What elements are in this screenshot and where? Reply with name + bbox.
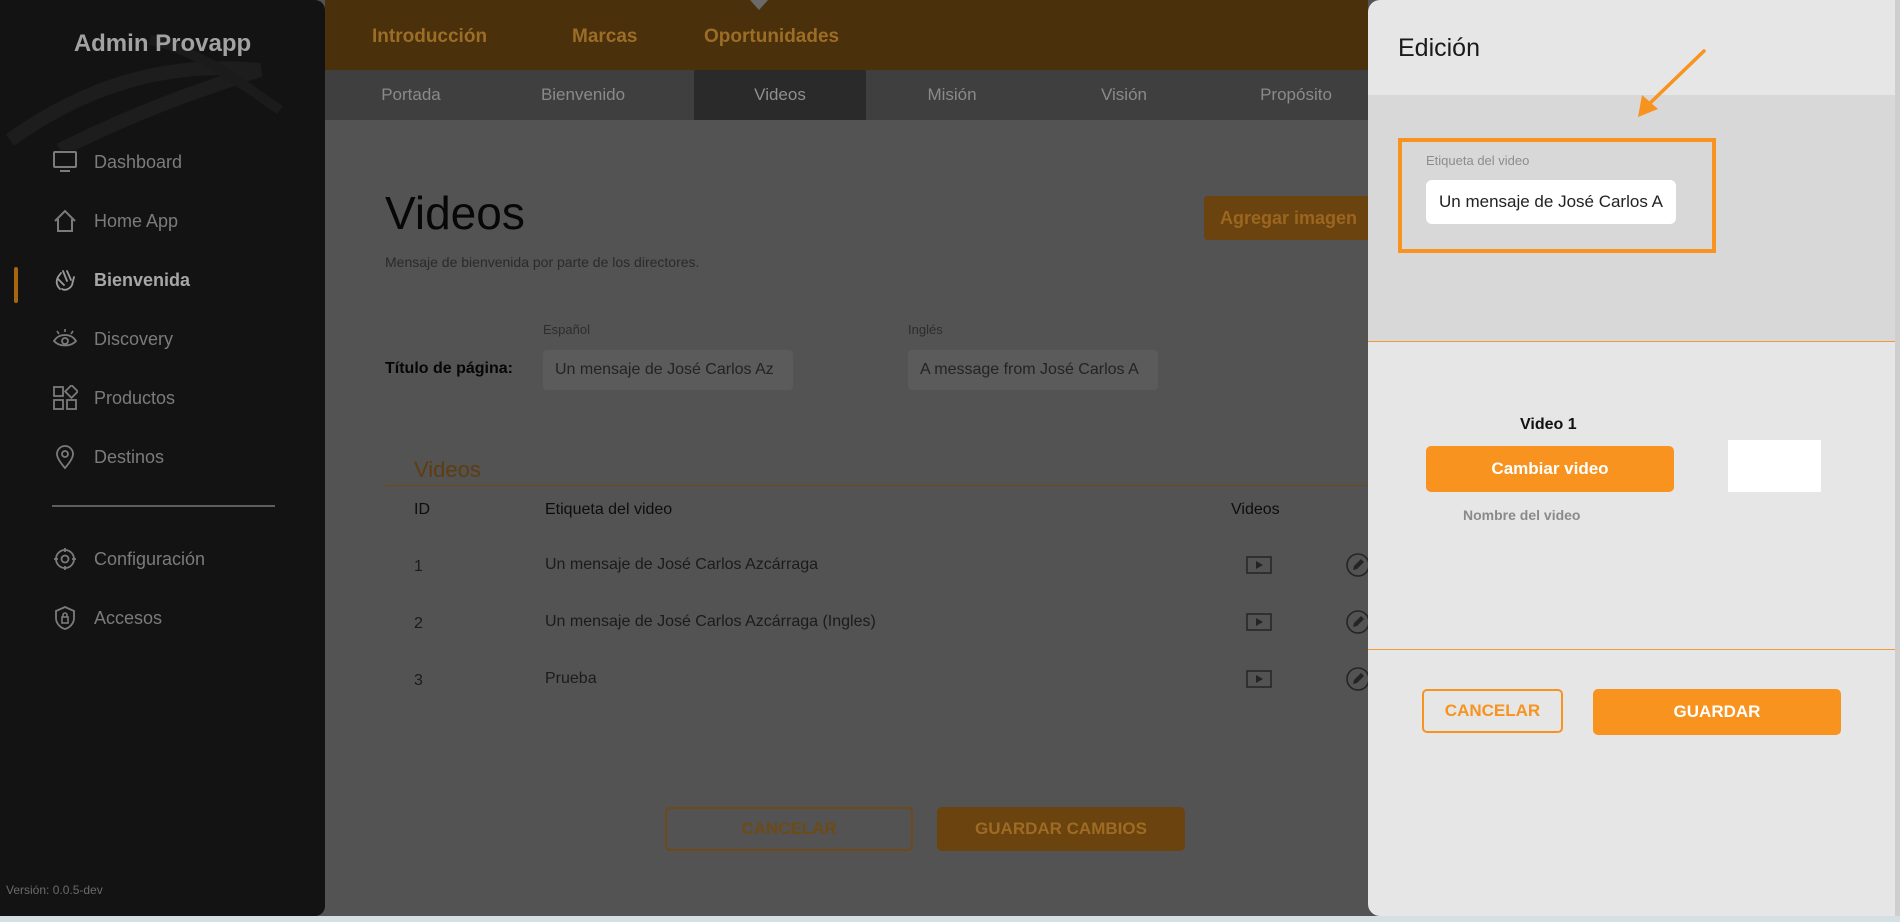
subtab-portada[interactable]: Portada xyxy=(325,70,497,120)
active-indicator xyxy=(14,267,18,303)
play-video-icon[interactable] xyxy=(1246,670,1272,688)
app-brand: Admin Provapp xyxy=(73,30,252,57)
active-tab-caret xyxy=(750,0,768,10)
scrollbar[interactable] xyxy=(1895,0,1900,916)
sidebar-item-label: Dashboard xyxy=(94,151,183,172)
page-title-label: Título de página: xyxy=(385,360,513,377)
subtab-videos[interactable]: Videos xyxy=(694,70,866,120)
title-en-input[interactable]: A message from José Carlos A xyxy=(908,350,1158,390)
subtab-mision[interactable]: Misión xyxy=(866,70,1038,120)
subtab-proposito[interactable]: Propósito xyxy=(1210,70,1382,120)
table-row-label: Prueba xyxy=(545,670,597,687)
panel-save-button[interactable]: GUARDAR xyxy=(1593,689,1841,735)
change-video-button[interactable]: Cambiar video xyxy=(1426,446,1674,492)
shield-icon xyxy=(52,605,78,631)
subtab-bienvenido[interactable]: Bienvenido xyxy=(497,70,669,120)
table-row-label: Un mensaje de José Carlos Azcárraga xyxy=(545,556,819,573)
subtab-vision[interactable]: Visión xyxy=(1038,70,1210,120)
column-header-id: ID xyxy=(414,501,430,518)
main-content: Videos Mensaje de bienvenida por parte d… xyxy=(325,120,1374,916)
videos-section-title: Videos xyxy=(414,457,481,482)
eye-icon xyxy=(52,326,78,352)
sidebar-item-configuracion[interactable]: Configuración xyxy=(52,542,205,576)
english-label: Inglés xyxy=(908,322,943,337)
play-video-icon[interactable] xyxy=(1246,613,1272,631)
sidebar-item-label: Bienvenida xyxy=(94,269,191,290)
column-header-label: Etiqueta del video xyxy=(545,501,673,518)
waving-hand-icon xyxy=(52,267,78,293)
grid-icon xyxy=(52,385,78,411)
sidebar: Admin Provapp Dashboard Home App Bienven… xyxy=(0,0,325,916)
video-thumbnail[interactable] xyxy=(1728,440,1821,492)
table-row-id: 3 xyxy=(414,672,423,689)
add-image-button[interactable]: Agregar imagen xyxy=(1204,196,1374,240)
arrow-annotation-icon xyxy=(1638,49,1706,117)
tab-introduccion[interactable]: Introducción xyxy=(372,26,487,48)
panel-divider xyxy=(1368,649,1900,650)
title-es-input[interactable]: Un mensaje de José Carlos Az xyxy=(543,350,793,390)
tab-marcas[interactable]: Marcas xyxy=(572,26,638,48)
sidebar-item-accesos[interactable]: Accesos xyxy=(52,601,162,635)
sidebar-item-label: Accesos xyxy=(94,607,163,628)
page-subtitle: Mensaje de bienvenida por parte de los d… xyxy=(385,254,700,270)
panel-title: Edición xyxy=(1398,34,1480,62)
table-row-id: 1 xyxy=(414,558,423,575)
sub-nav: Portada Bienvenido Videos Misión Visión … xyxy=(325,70,1368,120)
sidebar-item-productos[interactable]: Productos xyxy=(52,381,175,415)
map-pin-icon xyxy=(52,444,78,470)
table-row-label: Un mensaje de José Carlos Azcárraga (Ing… xyxy=(545,613,876,630)
section-divider xyxy=(385,485,1368,486)
save-changes-button[interactable]: GUARDAR CAMBIOS xyxy=(937,807,1185,851)
sidebar-item-label: Configuración xyxy=(94,548,206,569)
home-icon xyxy=(52,208,78,234)
app-window: Admin Provapp Dashboard Home App Bienven… xyxy=(0,0,1900,916)
video-1-label: Video 1 xyxy=(1520,416,1577,433)
sidebar-item-home-app[interactable]: Home App xyxy=(52,204,178,238)
panel-cancel-button[interactable]: CANCELAR xyxy=(1422,689,1563,733)
spanish-label: Español xyxy=(543,322,590,337)
table-row-id: 2 xyxy=(414,615,423,632)
top-nav: Introducción Marcas Oportunidades xyxy=(325,0,1368,70)
tab-oportunidades[interactable]: Oportunidades xyxy=(704,26,839,48)
sidebar-item-label: Home App xyxy=(94,210,179,231)
page-title: Videos xyxy=(385,187,525,239)
panel-divider xyxy=(1368,341,1900,342)
gear-icon xyxy=(52,546,78,572)
video-label-input[interactable] xyxy=(1426,180,1676,224)
video-label-field-label: Etiqueta del video xyxy=(1426,153,1530,168)
sidebar-item-label: Destinos xyxy=(94,446,165,467)
sidebar-item-dashboard[interactable]: Dashboard xyxy=(52,145,182,179)
sidebar-divider xyxy=(52,505,275,507)
play-video-icon[interactable] xyxy=(1246,556,1272,574)
sidebar-item-discovery[interactable]: Discovery xyxy=(52,322,173,356)
sidebar-item-label: Productos xyxy=(94,387,176,408)
sidebar-item-label: Discovery xyxy=(94,328,174,349)
cancel-button[interactable]: CANCELAR xyxy=(665,807,913,851)
monitor-icon xyxy=(52,149,78,175)
version-label: Versión: 0.0.5-dev xyxy=(6,883,103,897)
sidebar-item-bienvenida[interactable]: Bienvenida xyxy=(52,263,190,297)
video-name-label: Nombre del video xyxy=(1463,507,1581,523)
column-header-videos: Videos xyxy=(1231,501,1280,518)
sidebar-item-destinos[interactable]: Destinos xyxy=(52,440,164,474)
